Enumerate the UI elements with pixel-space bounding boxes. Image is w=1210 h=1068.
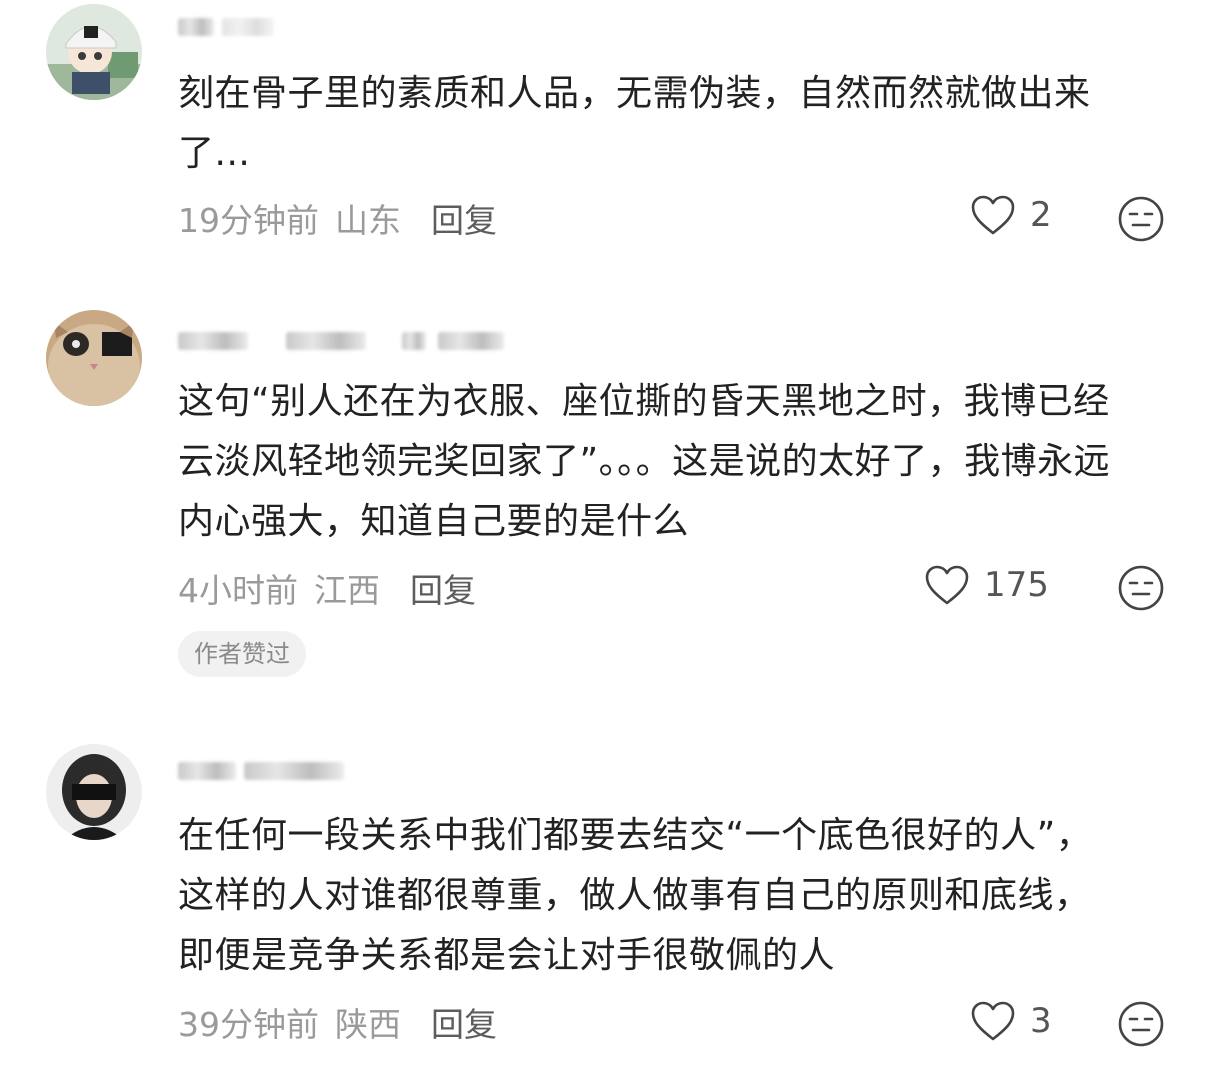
comment-item: 在任何一段关系中我们都要去结交“一个底色很好的人”， 这样的人对谁都很尊重，做人… <box>0 730 1210 1068</box>
comment-text: 这句“别人还在为衣服、座位撕的昏天黑地之时，我博已经 云淡风轻地领完奖回家了”。… <box>178 372 1178 552</box>
comment-text-line: 这句“别人还在为衣服、座位撕的昏天黑地之时，我博已经 <box>178 381 1110 422</box>
comment-text-line: 内心强大，知道自己要的是什么 <box>178 501 690 542</box>
comment-text: 刻在骨子里的素质和人品，无需伪装，自然而然就做出来 了... <box>178 64 1178 184</box>
username-obscured[interactable] <box>178 758 344 784</box>
comment-meta: 19分钟前 山东 回复 <box>178 194 497 242</box>
comment-item: 刻在骨子里的素质和人品，无需伪装，自然而然就做出来 了... 19分钟前 山东 … <box>0 0 1210 290</box>
like-count: 2 <box>1030 195 1052 235</box>
reply-button[interactable]: 回复 <box>410 564 476 612</box>
expressionless-face-icon[interactable] <box>1117 564 1165 612</box>
like-button[interactable]: 2 <box>970 194 1052 236</box>
comment-text-line: 在任何一段关系中我们都要去结交“一个底色很好的人”， <box>178 815 1093 856</box>
comment-item: 这句“别人还在为衣服、座位撕的昏天黑地之时，我博已经 云淡风轻地领完奖回家了”。… <box>0 300 1210 700</box>
comment-meta: 39分钟前 陕西 回复 <box>178 998 497 1046</box>
reply-button[interactable]: 回复 <box>431 998 497 1046</box>
heart-outline-icon <box>971 195 1015 235</box>
like-button[interactable]: 175 <box>924 564 1049 606</box>
heart-outline-icon <box>925 565 969 605</box>
comment-text-line: 了... <box>178 133 251 174</box>
heart-outline-icon <box>971 1001 1015 1041</box>
comment-text-line: 云淡风轻地领完奖回家了”。。。这是说的太好了，我博永远 <box>178 441 1111 482</box>
comment-time: 39分钟前 <box>178 1005 319 1044</box>
avatar[interactable] <box>46 310 142 406</box>
comment-meta: 4小时前 江西 回复 <box>178 564 476 612</box>
expressionless-face-icon[interactable] <box>1117 1000 1165 1048</box>
comment-text-line: 刻在骨子里的素质和人品，无需伪装，自然而然就做出来 <box>178 73 1091 114</box>
comment-text: 在任何一段关系中我们都要去结交“一个底色很好的人”， 这样的人对谁都很尊重，做人… <box>178 806 1178 986</box>
avatar-image <box>46 310 142 406</box>
comment-time: 19分钟前 <box>178 201 319 240</box>
reply-button[interactable]: 回复 <box>431 194 497 242</box>
comment-time: 4小时前 <box>178 571 298 610</box>
comment-location: 山东 <box>335 201 401 240</box>
avatar[interactable] <box>46 744 142 840</box>
avatar-image <box>46 744 142 840</box>
like-count: 175 <box>984 565 1049 605</box>
avatar[interactable] <box>46 4 142 100</box>
comment-location: 江西 <box>314 571 380 610</box>
comment-text-line: 即便是竞争关系都是会让对手很敬佩的人 <box>178 935 836 976</box>
like-button[interactable]: 3 <box>970 1000 1052 1042</box>
username-obscured[interactable] <box>178 328 504 354</box>
author-liked-badge: 作者赞过 <box>178 631 306 677</box>
comment-text-line: 这样的人对谁都很尊重，做人做事有自己的原则和底线， <box>178 875 1091 916</box>
avatar-image <box>46 4 142 100</box>
username-obscured[interactable] <box>178 14 274 40</box>
expressionless-face-icon[interactable] <box>1117 195 1165 243</box>
like-count: 3 <box>1030 1001 1052 1041</box>
comment-location: 陕西 <box>335 1005 401 1044</box>
